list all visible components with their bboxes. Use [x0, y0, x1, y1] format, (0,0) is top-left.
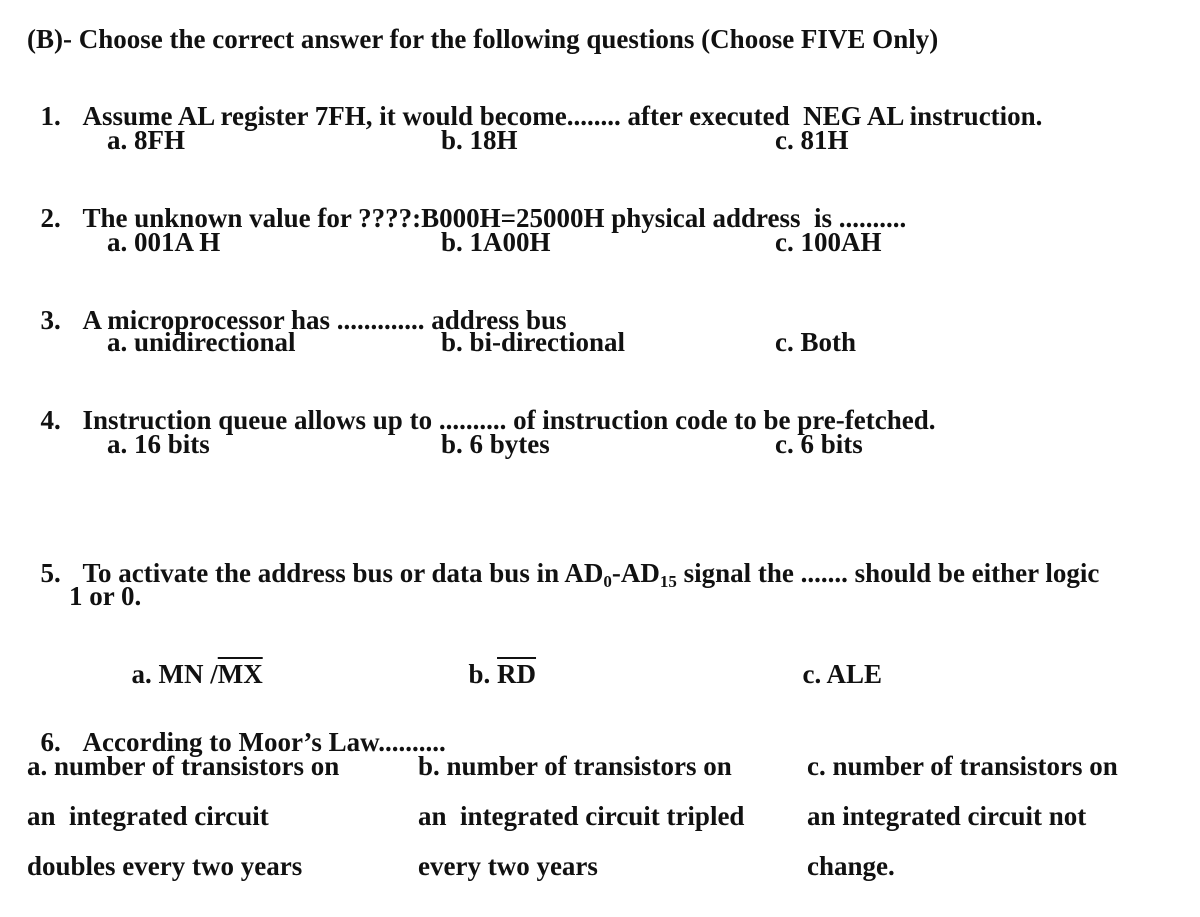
q5-option-c[interactable]: c. ALE	[789, 634, 883, 689]
question-number: 2.	[40, 203, 61, 233]
q2-option-c[interactable]: c. 100AH	[775, 229, 881, 256]
question-5-continuation: 1 or 0.	[69, 581, 142, 611]
q3-option-c[interactable]: c. Both	[775, 329, 856, 356]
question-number: 4.	[40, 405, 61, 435]
option-line: change.	[807, 851, 895, 881]
q1-option-c[interactable]: c. 81H	[775, 127, 849, 154]
question-1: 1. Assume AL register 7FH, it would becom…	[27, 76, 1043, 131]
q2-option-a[interactable]: a. 001A H	[107, 229, 220, 256]
question-text-part: To activate the address bus or data bus …	[82, 558, 604, 588]
option-line: an integrated circuit	[27, 801, 269, 831]
q4-option-a[interactable]: a. 16 bits	[107, 431, 210, 458]
q5-option-b[interactable]: b. RD	[455, 634, 537, 689]
subscript-15: 15	[659, 572, 677, 591]
q3-option-b[interactable]: b. bi-directional	[441, 329, 625, 356]
option-line: c. number of transistors on	[807, 751, 1118, 781]
question-text: Assume AL register 7FH, it would become.…	[82, 101, 1043, 131]
question-text-part: -AD	[611, 558, 660, 588]
q5-option-a[interactable]: a. MN /MX	[118, 634, 263, 688]
option-prefix: a. MN /	[131, 659, 218, 689]
question-text-part: signal the ....... should be either logi…	[676, 558, 1100, 588]
q4-option-c[interactable]: c. 6 bits	[775, 431, 863, 458]
option-line: doubles every two years	[27, 851, 303, 881]
q4-option-b[interactable]: b. 6 bytes	[441, 431, 550, 458]
option-line: b. number of transistors on	[418, 751, 732, 781]
overlined-signal: RD	[497, 659, 537, 689]
option-line: every two years	[418, 851, 598, 881]
question-2: 2. The unknown value for ????:B000H=25000…	[27, 178, 907, 233]
q3-option-a[interactable]: a. unidirectional	[107, 329, 296, 356]
option-line: an integrated circuit tripled	[418, 801, 745, 831]
option-line: an integrated circuit not	[807, 801, 1087, 831]
question-5: 5. To activate the address bus or data bu…	[27, 533, 1100, 591]
subscript-0: 0	[603, 572, 612, 591]
question-number: 3.	[40, 305, 61, 335]
q1-option-a[interactable]: a. 8FH	[107, 127, 185, 154]
q2-option-b[interactable]: b. 1A00H	[441, 229, 551, 256]
section-heading: (B)- Choose the correct answer for the f…	[27, 24, 939, 54]
option-prefix: c. ALE	[802, 659, 883, 689]
overlined-signal: MX	[217, 659, 263, 689]
question-number: 1.	[40, 101, 61, 131]
option-prefix: b.	[468, 659, 498, 689]
question-4: 4. Instruction queue allows up to .......…	[27, 380, 936, 434]
q1-option-b[interactable]: b. 18H	[441, 127, 518, 154]
question-3: 3. A microprocessor has ............. add…	[27, 280, 567, 334]
question-6: 6. According to Moor’s Law..........	[27, 702, 446, 756]
option-line: a. number of transistors on	[27, 751, 340, 781]
